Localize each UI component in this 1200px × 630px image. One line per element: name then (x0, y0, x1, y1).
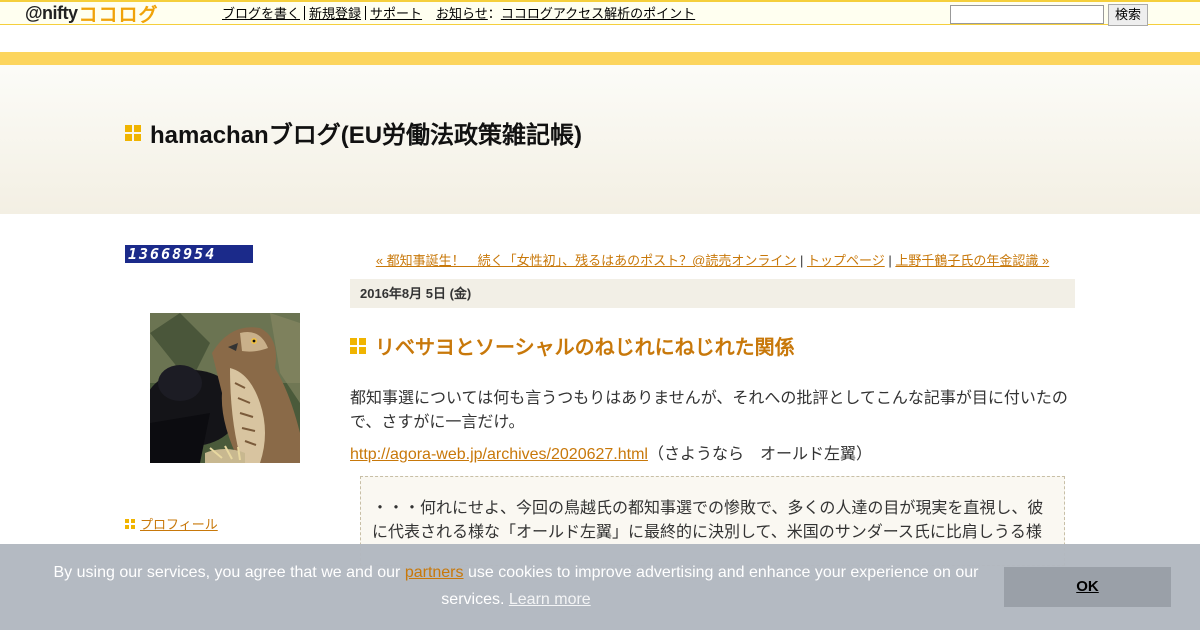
header-stripe (0, 52, 1200, 65)
profile-link[interactable]: プロフィール (140, 514, 218, 533)
partners-link[interactable]: partners (405, 564, 464, 581)
logo-cocolog-text: ココログ (78, 4, 159, 26)
write-blog-link[interactable]: ブログを書く (222, 3, 300, 22)
entry-link-line: http://agora-web.jp/archives/2020627.htm… (350, 443, 872, 467)
support-link[interactable]: サポート (370, 3, 422, 22)
nav-divider (365, 5, 367, 20)
postnav-separator: | (884, 253, 896, 268)
hawk-photo-image (150, 313, 300, 463)
four-squares-icon (125, 518, 135, 529)
nifty-cocolog-logo[interactable]: @nifty ココログ (25, 2, 159, 26)
logo-nifty-text: @nifty (25, 2, 78, 23)
news-link[interactable]: お知らせ (436, 3, 488, 22)
agora-article-link[interactable]: http://agora-web.jp/archives/2020627.htm… (350, 446, 648, 463)
post-navigation: « 都知事誕生！ 続く「女性初」、残るはあのポスト？@読売オンライン | トップ… (350, 250, 1075, 269)
site-title[interactable]: hamachanブログ(EU労働法政策雑記帳) (150, 115, 582, 150)
access-counter: 13668954 (125, 245, 253, 263)
nifty-topbar: @nifty ココログ ブログを書く 新規登録 サポート お知らせ ： ココログ… (0, 0, 1200, 26)
four-squares-icon (350, 337, 366, 354)
profile-photo-hawk[interactable] (150, 313, 300, 463)
search-button[interactable]: 検索 (1108, 4, 1148, 26)
profile-link-item: プロフィール (125, 514, 218, 533)
four-squares-icon (125, 124, 141, 141)
link-note: （さようなら オールド左翼） (647, 446, 872, 463)
cookie-text-before: By using our services, you agree that we… (53, 564, 405, 581)
cookie-message: By using our services, you agree that we… (40, 559, 992, 613)
postnav-separator: | (796, 253, 807, 268)
news-item-link[interactable]: ココログアクセス解析のポイント (501, 3, 695, 22)
cookie-ok-button[interactable]: OK (1004, 567, 1171, 607)
learn-more-link[interactable]: Learn more (509, 591, 591, 608)
entry-date: 2016年8月 5日 (金) (350, 279, 1075, 308)
blog-header: hamachanブログ(EU労働法政策雑記帳) (0, 65, 1200, 214)
next-post-link[interactable]: 上野千鶴子氏の年金認識 » (895, 253, 1049, 268)
entry-paragraph: 都知事選については何も言うつもりはありませんが、それへの批評としてこんな記事が目… (350, 390, 1068, 431)
news-colon: ： (487, 6, 501, 21)
register-link[interactable]: 新規登録 (309, 3, 361, 22)
topbar-nav: ブログを書く 新規登録 サポート お知らせ ： ココログアクセス解析のポイント (222, 3, 695, 22)
prev-post-link[interactable]: « 都知事誕生！ 続く「女性初」、残るはあのポスト？@読売オンライン (376, 253, 797, 268)
entry-header: リベサヨとソーシャルのねじれにねじれた関係 (350, 331, 795, 360)
cookie-consent-banner: By using our services, you agree that we… (0, 544, 1200, 630)
entry-title[interactable]: リベサヨとソーシャルのねじれにねじれた関係 (375, 331, 795, 360)
search-input[interactable] (950, 5, 1104, 24)
top-page-link[interactable]: トップページ (807, 253, 885, 268)
nav-divider (304, 5, 306, 20)
